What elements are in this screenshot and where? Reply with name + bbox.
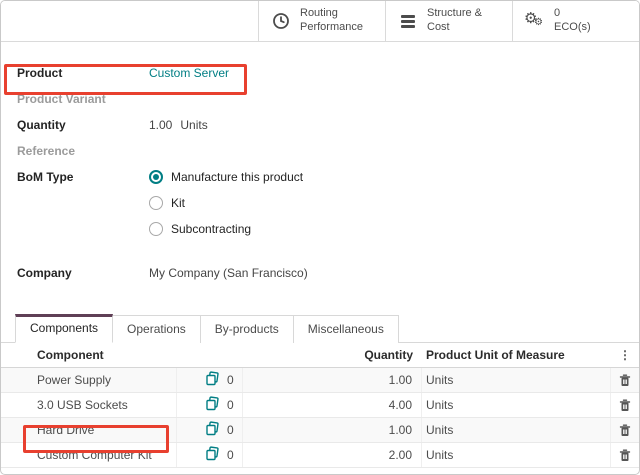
component-name[interactable]: 3.0 USB Sockets <box>1 393 177 417</box>
field-row-bom-type: BoM Type Manufacture this product Kit Su… <box>17 170 623 248</box>
list-icon <box>398 15 418 28</box>
company-label: Company <box>17 266 149 280</box>
routing-performance-button[interactable]: Routing Performance <box>258 1 385 41</box>
eco-count-button[interactable]: ⚙⚙ 0 ECO(s) <box>512 1 639 41</box>
gears-icon: ⚙⚙ <box>525 11 545 31</box>
product-variant-label: Product Variant <box>17 92 149 106</box>
radio-selected-icon <box>149 170 163 184</box>
quantity-unit: Units <box>180 118 207 132</box>
add-line-row: Add a line <box>1 468 639 475</box>
header-uom[interactable]: Product Unit of Measure <box>422 343 611 367</box>
product-label: Product <box>17 66 149 80</box>
header-component[interactable]: Component <box>1 343 177 367</box>
field-row-reference: Reference <box>17 144 623 158</box>
table-header-row: Component Quantity Product Unit of Measu… <box>1 343 639 368</box>
tab-components[interactable]: Components <box>15 314 113 343</box>
stat-button-bar: Routing Performance Structure & Cost ⚙⚙ … <box>1 1 639 42</box>
bom-type-options: Manufacture this product Kit Subcontract… <box>149 170 303 248</box>
tab-miscellaneous[interactable]: Miscellaneous <box>293 315 399 343</box>
component-quantity[interactable]: 1.00 <box>243 368 422 392</box>
radio-unselected-icon <box>149 222 163 236</box>
table-row[interactable]: Custom Computer Kit 0 2.00 Units <box>1 443 639 468</box>
header-quantity[interactable]: Quantity <box>243 343 422 367</box>
delete-row-icon[interactable] <box>619 374 631 387</box>
tab-operations[interactable]: Operations <box>112 315 201 343</box>
stat-button-label: Structure & Cost <box>427 7 482 35</box>
component-quantity[interactable]: 4.00 <box>243 393 422 417</box>
company-value[interactable]: My Company (San Francisco) <box>149 266 308 280</box>
table-row[interactable]: 3.0 USB Sockets 0 4.00 Units <box>1 393 639 418</box>
radio-kit[interactable]: Kit <box>149 196 303 210</box>
clock-icon <box>271 12 291 30</box>
field-row-quantity: Quantity 1.00Units <box>17 118 623 132</box>
bom-form-sheet: Product Custom Server Product Variant Qu… <box>1 42 639 280</box>
copy-count: 0 <box>227 373 234 387</box>
component-uom[interactable]: Units <box>422 443 611 467</box>
component-uom[interactable]: Units <box>422 418 611 442</box>
product-value-link[interactable]: Custom Server <box>149 66 229 80</box>
bom-form-window: Routing Performance Structure & Cost ⚙⚙ … <box>0 0 640 475</box>
stat-button-label: 0 ECO(s) <box>554 7 591 35</box>
component-name[interactable]: Hard Drive <box>1 418 177 442</box>
delete-row-icon[interactable] <box>619 449 631 462</box>
delete-row-icon[interactable] <box>619 399 631 412</box>
field-row-product-variant: Product Variant <box>17 92 623 106</box>
quantity-label: Quantity <box>17 118 149 132</box>
component-uom[interactable]: Units <box>422 393 611 417</box>
radio-subcontracting[interactable]: Subcontracting <box>149 222 303 236</box>
copy-count: 0 <box>227 448 234 462</box>
tab-by-products[interactable]: By-products <box>200 315 294 343</box>
radio-manufacture-this-product[interactable]: Manufacture this product <box>149 170 303 184</box>
reference-label: Reference <box>17 144 149 158</box>
copy-icon[interactable] <box>205 371 220 389</box>
stat-button-label: Routing Performance <box>300 7 363 35</box>
quantity-value[interactable]: 1.00Units <box>149 118 208 132</box>
delete-row-icon[interactable] <box>619 424 631 437</box>
component-quantity[interactable]: 2.00 <box>243 443 422 467</box>
component-quantity[interactable]: 1.00 <box>243 418 422 442</box>
field-row-product: Product Custom Server <box>17 66 623 80</box>
bom-type-label: BoM Type <box>17 170 149 184</box>
component-uom[interactable]: Units <box>422 368 611 392</box>
component-name[interactable]: Power Supply <box>1 368 177 392</box>
components-table: Component Quantity Product Unit of Measu… <box>1 343 639 475</box>
field-row-company: Company My Company (San Francisco) <box>17 266 623 280</box>
copy-icon[interactable] <box>205 421 220 439</box>
copy-icon[interactable] <box>205 446 220 464</box>
optional-columns-icon[interactable]: ⋮ <box>619 348 631 362</box>
header-spacer <box>177 343 243 367</box>
table-row[interactable]: Power Supply 0 1.00 Units <box>1 368 639 393</box>
copy-count: 0 <box>227 398 234 412</box>
component-name[interactable]: Custom Computer Kit <box>1 443 177 467</box>
radio-unselected-icon <box>149 196 163 210</box>
structure-cost-button[interactable]: Structure & Cost <box>385 1 512 41</box>
copy-icon[interactable] <box>205 396 220 414</box>
copy-count: 0 <box>227 423 234 437</box>
table-row[interactable]: Hard Drive 0 1.00 Units <box>1 418 639 443</box>
notebook-tabs: Components Operations By-products Miscel… <box>1 313 639 343</box>
